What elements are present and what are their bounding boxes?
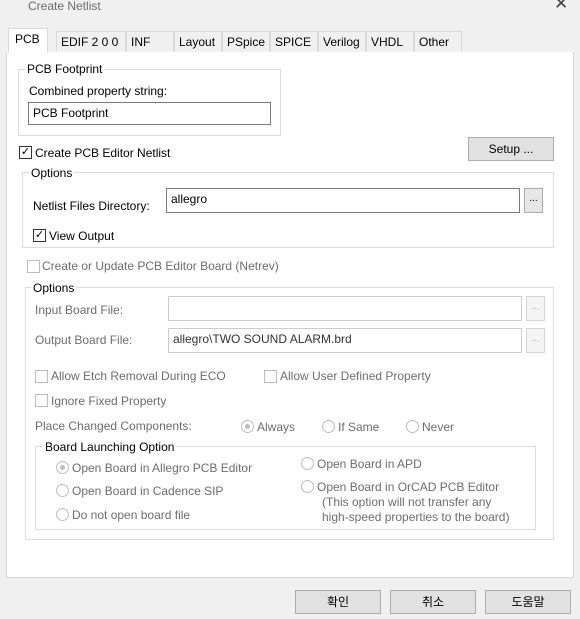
input-board-browse-button[interactable]: ... [526,296,545,321]
place-never-radio[interactable] [406,420,419,433]
combined-property-input[interactable]: PCB Footprint [28,102,271,125]
board-options-legend: Options [31,281,77,295]
view-output-checkbox[interactable]: ✓ [33,229,46,242]
allow-user-property-checkbox[interactable] [264,370,277,383]
radio-selected-dot [245,424,250,429]
netlist-options-legend: Options [29,166,75,180]
create-netlist-label: Create PCB Editor Netlist [35,146,171,160]
open-sip-label: Open Board in Cadence SIP [72,484,224,498]
netlist-dir-input[interactable]: allegro [166,188,520,213]
ok-button[interactable]: 확인 [295,590,381,614]
allow-etch-label: Allow Etch Removal During ECO [51,369,226,383]
open-orcad-label: Open Board in OrCAD PCB Editor [317,480,500,494]
open-allegro-radio[interactable] [56,461,69,474]
place-always-radio[interactable] [241,420,254,433]
open-apd-radio[interactable] [301,457,314,470]
netlist-dir-browse-button[interactable]: ... [524,188,543,213]
place-never-label: Never [422,420,455,434]
cancel-button[interactable]: 취소 [390,590,476,614]
input-board-label: Input Board File: [35,303,124,317]
allow-etch-checkbox[interactable] [35,370,48,383]
tab-spice[interactable]: SPICE [270,31,318,51]
output-board-browse-button[interactable]: ... [526,328,545,353]
tab-vhdl[interactable]: VHDL [366,31,414,51]
output-board-label: Output Board File: [35,333,133,347]
view-output-label: View Output [49,229,115,243]
place-if-same-label: If Same [338,420,380,434]
help-button[interactable]: 도움말 [485,590,571,614]
combined-property-label: Combined property string: [29,84,168,98]
ignore-fixed-label: Ignore Fixed Property [51,394,167,408]
open-apd-label: Open Board in APD [317,457,422,471]
open-allegro-label: Open Board in Allegro PCB Editor [72,461,253,475]
netrev-checkbox[interactable] [27,260,40,273]
place-changed-label: Place Changed Components: [35,419,192,433]
create-netlist-checkbox[interactable]: ✓ [19,146,32,159]
orcad-note-line2: high-speed properties to the board) [322,510,510,524]
ignore-fixed-checkbox[interactable] [35,394,48,407]
do-not-open-radio[interactable] [56,508,69,521]
window-title: Create Netlist [28,0,101,13]
tab-verilog[interactable]: Verilog [318,31,366,51]
orcad-note-line1: (This option will not transfer any [322,495,492,509]
tab-inf[interactable]: INF [126,31,174,51]
do-not-open-label: Do not open board file [72,508,191,522]
allow-user-property-label: Allow User Defined Property [280,369,431,383]
open-orcad-radio[interactable] [301,480,314,493]
input-board-input[interactable] [168,296,522,321]
pcb-footprint-legend: PCB Footprint [25,62,105,76]
tab-pcb[interactable]: PCB [8,28,48,53]
close-icon[interactable]: ✕ [554,0,568,14]
tab-layout[interactable]: Layout [174,31,222,51]
setup-button[interactable]: Setup ... [468,137,554,161]
output-board-input[interactable]: allegro\TWO SOUND ALARM.brd [168,328,522,353]
place-if-same-radio[interactable] [322,420,335,433]
tab-edif[interactable]: EDIF 2 0 0 [56,31,126,51]
netlist-dir-label: Netlist Files Directory: [33,199,150,213]
netrev-label: Create or Update PCB Editor Board (Netre… [42,259,279,273]
board-launch-legend: Board Launching Option [43,440,177,454]
place-always-label: Always [257,420,296,434]
open-sip-radio[interactable] [56,484,69,497]
radio-selected-dot [60,465,65,470]
tab-other[interactable]: Other [414,31,462,51]
tab-pspice[interactable]: PSpice [222,31,270,51]
